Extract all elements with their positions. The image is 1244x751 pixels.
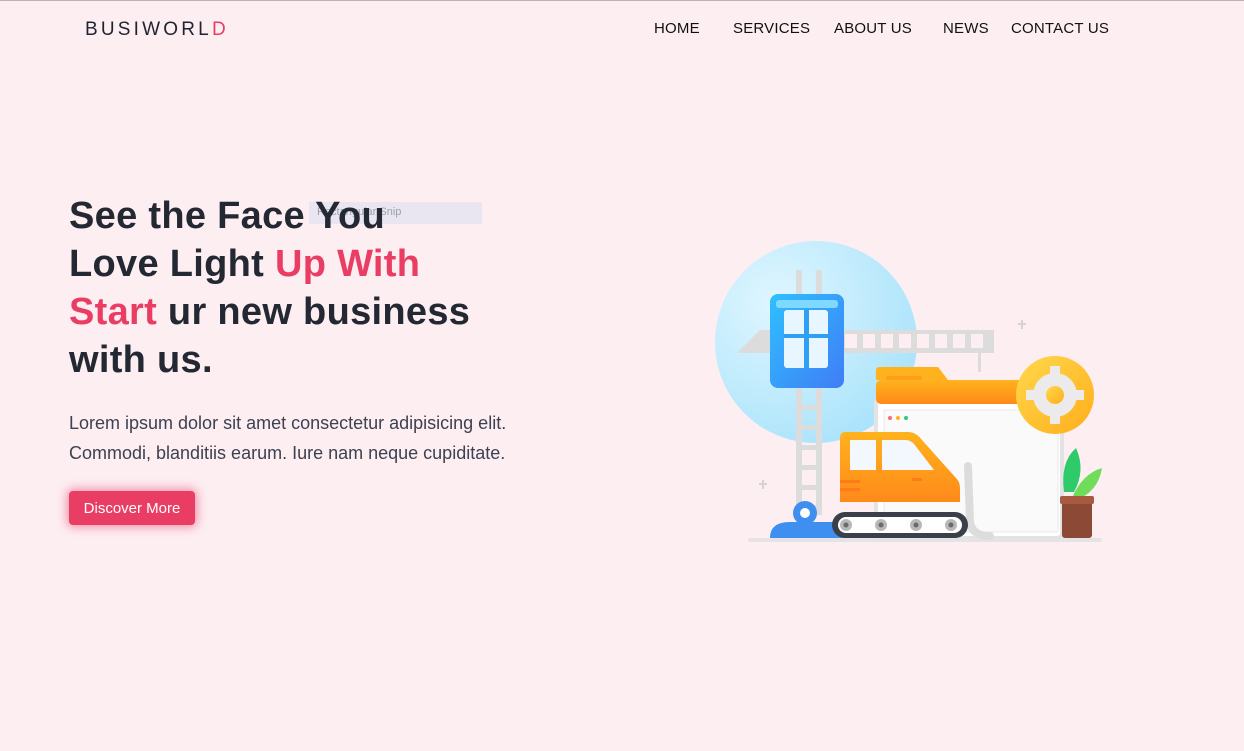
crane-cabin [770, 294, 844, 388]
hero-title-line4: with us. [69, 339, 213, 381]
construction-illustration [715, 241, 1102, 542]
hero-title-line3-pink: Start [69, 291, 158, 333]
brand-logo-text: BUSIWORL [85, 19, 212, 40]
hero-title-line1: See the Face You [69, 195, 385, 237]
nav-services[interactable]: SERVICES [733, 20, 810, 37]
nav-about-us[interactable]: ABOUT US [834, 20, 912, 37]
brand-logo-accent: D [211, 19, 229, 40]
hero-description-line2: Commodi, blanditiis earum. Iure nam nequ… [69, 443, 506, 463]
brand-logo[interactable]: BUSIWORLD [85, 19, 229, 41]
top-border [0, 0, 1244, 1]
nav-contact-us[interactable]: CONTACT US [1011, 20, 1109, 37]
plant-icon [1060, 448, 1102, 538]
gear-icon [1016, 356, 1094, 434]
hero-description: Lorem ipsum dolor sit amet consectetur a… [69, 408, 549, 468]
hero-title: See the Face You Love Light Up With Star… [69, 192, 509, 384]
hero-title-line2-pink: Up With [274, 243, 421, 285]
discover-more-button[interactable]: Discover More [69, 491, 195, 525]
hero-description-line1: Lorem ipsum dolor sit amet consectetur a… [69, 413, 507, 433]
hero-title-line3-dark: ur new business [157, 291, 471, 333]
hero-title-line2-dark: Love Light [69, 243, 275, 285]
nav-news[interactable]: NEWS [943, 20, 989, 37]
nav-home[interactable]: HOME [654, 20, 700, 37]
